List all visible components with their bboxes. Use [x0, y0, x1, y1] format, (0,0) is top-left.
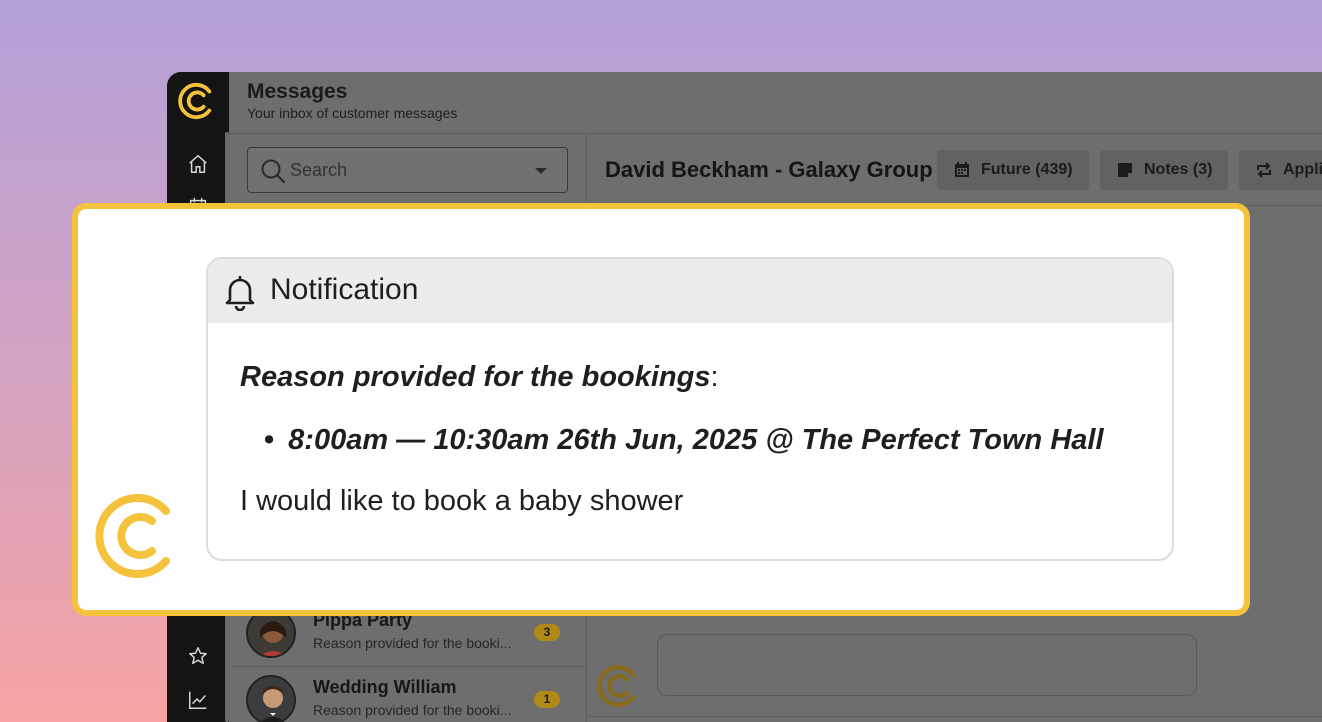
chevron-down-icon[interactable] — [535, 168, 547, 174]
reason-colon: : — [710, 361, 719, 393]
star-icon[interactable] — [187, 645, 209, 667]
repeat-icon — [1257, 162, 1271, 178]
applied-label: Appli — [1283, 161, 1322, 178]
editor-toolbar — [587, 716, 1322, 722]
calendar-icon — [955, 162, 969, 177]
conversation-name: Wedding William — [313, 677, 457, 697]
bell-icon — [225, 275, 255, 311]
unread-badge: 3 — [534, 624, 560, 641]
brand-logo-icon — [95, 494, 170, 578]
conversation-preview: Reason provided for the booki... — [313, 635, 512, 651]
message-bubble — [657, 634, 1197, 696]
unread-badge: 1 — [534, 691, 560, 708]
future-bookings-label: Future (439) — [981, 161, 1073, 178]
notes-button[interactable]: Notes (3) — [1100, 150, 1228, 190]
notes-label: Notes (3) — [1144, 161, 1213, 178]
reason-heading: Reason provided for the bookings: — [240, 361, 719, 394]
notification-overlay: Notification Reason provided for the boo… — [72, 203, 1250, 616]
future-bookings-button[interactable]: Future (439) — [937, 150, 1089, 190]
note-icon — [1118, 163, 1132, 177]
page-header: Messages Your inbox of customer messages — [229, 72, 1322, 134]
notification-message: I would like to book a baby shower — [240, 485, 684, 517]
booking-list-item: • 8:00am — 10:30am 26th Jun, 2025 @ The P… — [264, 424, 1104, 456]
chat-title: David Beckham - Galaxy Group — [605, 157, 933, 182]
avatar — [246, 675, 296, 722]
notification-card: Notification Reason provided for the boo… — [206, 257, 1174, 561]
home-icon[interactable] — [187, 153, 209, 175]
search-box[interactable] — [247, 147, 568, 193]
page-title: Messages — [247, 80, 348, 103]
booking-time: 8:00am — 10:30am 26th Jun, 2025 @ The Pe… — [288, 424, 1104, 456]
notification-title: Notification — [270, 273, 419, 306]
search-input[interactable] — [290, 156, 520, 184]
brand-logo-icon[interactable] — [178, 82, 216, 120]
search-icon — [261, 159, 286, 184]
chart-icon[interactable] — [187, 689, 209, 711]
notification-header: Notification — [208, 259, 1172, 323]
list-item[interactable]: Wedding William Reason provided for the … — [229, 666, 586, 722]
brand-logo-icon — [597, 665, 636, 707]
reason-label: Reason provided for the bookings — [240, 361, 711, 393]
page-subtitle: Your inbox of customer messages — [247, 105, 458, 121]
conversation-preview: Reason provided for the booki... — [313, 702, 512, 718]
applied-button[interactable]: Appli — [1239, 150, 1322, 190]
